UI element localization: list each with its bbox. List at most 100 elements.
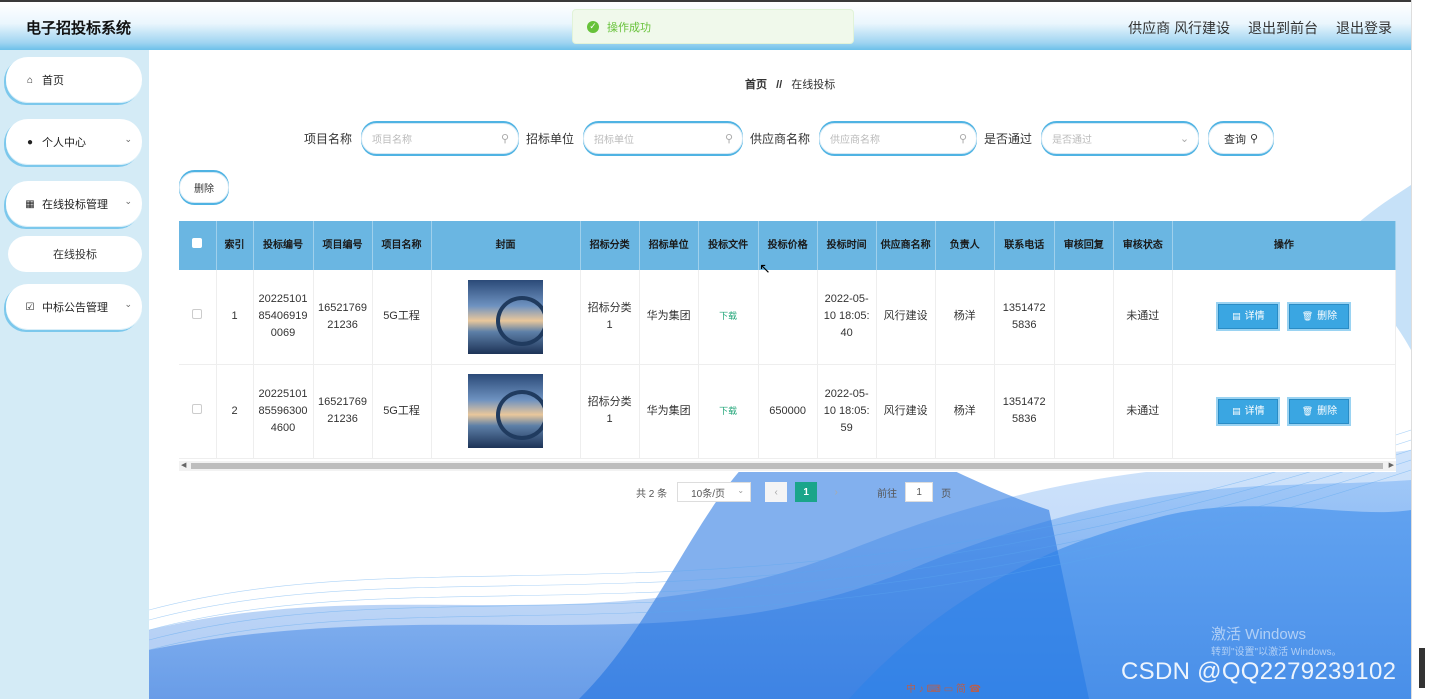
page-vertical-scrollbar[interactable] (1411, 0, 1432, 699)
current-page-button[interactable]: 1 (795, 482, 818, 502)
supplier-name-label: 供应商名称 (750, 132, 811, 146)
cell-index: 1 (216, 270, 254, 365)
cell-time: 2022-05-10 18:05:59 (817, 364, 877, 459)
search-bar: 项目名称 项目名称 ⚲ 招标单位 招标单位 ⚲ 供应商名称 供应商名称 ⚲ 是否… (304, 123, 1275, 154)
cell-owner: 杨洋 (935, 364, 995, 459)
batch-delete-button[interactable]: 删除 (179, 172, 229, 203)
row-checkbox[interactable] (192, 403, 203, 414)
search-icon: ⚲ (724, 133, 734, 145)
sidebar-subitem-online-bid[interactable]: 在线投标 (8, 236, 142, 272)
chevron-right-icon: › (834, 486, 838, 498)
goto-label: 前往 (877, 488, 898, 500)
sidebar: ⌂ 首页 ● 个人中心 ⌄ ▦ 在线投标管理 ⌄ 在线投标 ☑ 中标公告管理 ⌄ (0, 50, 149, 699)
cell-category: 招标分类1 (580, 364, 640, 459)
table-horizontal-scrollbar[interactable]: ◀ ▶ (179, 461, 1396, 471)
grid-icon: ▦ (25, 198, 35, 210)
scrollbar-thumb[interactable] (1419, 648, 1425, 688)
row-select-cell[interactable] (179, 270, 217, 365)
goto-page-input[interactable]: 1 (905, 482, 934, 502)
page-size-select[interactable]: 10条/页 ⌄ (677, 482, 752, 502)
col-header: 索引 (216, 221, 254, 270)
row-select-cell[interactable] (179, 364, 217, 459)
scrollbar-thumb[interactable] (191, 463, 1383, 469)
cell-index: 2 (216, 364, 254, 459)
table-row: 1 20225101854069190069 1652176921236 5G工… (179, 270, 1397, 365)
scroll-right-icon[interactable]: ▶ (1389, 461, 1394, 469)
mouse-cursor-icon: ↖ (759, 260, 771, 276)
breadcrumb-home[interactable]: 首页 (745, 79, 767, 91)
next-page-button[interactable]: › (825, 482, 847, 502)
prev-page-button[interactable]: ‹ (765, 482, 788, 502)
activate-windows-text: 激活 Windows (1211, 626, 1307, 643)
delete-button-label: 删除 (194, 184, 214, 195)
sidebar-item-bid-management[interactable]: ▦ 在线投标管理 ⌄ (6, 181, 142, 227)
document-icon: ▤ (1232, 405, 1241, 416)
scroll-left-icon[interactable]: ◀ (181, 461, 186, 469)
cell-actions: ▤ 详情 🗑 删除 (1172, 364, 1397, 459)
document-icon: ▤ (1232, 311, 1241, 322)
query-button-label: 查询 (1224, 133, 1247, 146)
cover-image[interactable] (468, 374, 544, 448)
pagination: 共 2 条 10条/页 ⌄ ‹ 1 › 前往 1 页 (636, 482, 951, 502)
col-header: 项目名称 (372, 221, 432, 270)
col-header: 审核状态 (1113, 221, 1173, 270)
detail-button[interactable]: ▤ 详情 (1218, 304, 1279, 330)
delete-button[interactable]: 🗑 删除 (1289, 398, 1350, 424)
search-icon: ⚲ (500, 133, 510, 145)
chevron-left-icon: ‹ (774, 486, 778, 498)
col-header: 投标时间 (817, 221, 877, 270)
exit-to-front-link[interactable]: 退出到前台 (1248, 18, 1318, 38)
sidebar-item-label: 首页 (42, 75, 64, 87)
project-name-input[interactable]: 项目名称 ⚲ (361, 123, 520, 154)
bid-unit-input[interactable]: 招标单位 ⚲ (583, 123, 744, 154)
chevron-down-icon: ⌄ (124, 134, 132, 144)
download-link[interactable]: 下载 (719, 311, 737, 321)
chevron-down-icon: ⌄ (1179, 133, 1190, 145)
cell-status: 未通过 (1113, 364, 1173, 459)
search-icon: ⚲ (958, 133, 968, 145)
delete-button[interactable]: 🗑 删除 (1289, 304, 1350, 330)
sidebar-item-label: 个人中心 (42, 137, 86, 149)
detail-button[interactable]: ▤ 详情 (1218, 398, 1279, 424)
trash-icon: 🗑 (1301, 311, 1314, 322)
detail-label: 详情 (1244, 405, 1265, 417)
cell-phone: 13514725836 (994, 270, 1055, 365)
sidebar-item-home[interactable]: ⌂ 首页 (6, 57, 142, 103)
col-header: 投标文件 (698, 221, 759, 270)
cell-unit: 华为集团 (639, 364, 699, 459)
page-size-value: 10条/页 (691, 488, 726, 500)
cell-file: 下载 (698, 270, 759, 365)
pass-status-select[interactable]: 是否通过 ⌄ (1041, 123, 1200, 154)
sidebar-item-award-notice[interactable]: ☑ 中标公告管理 ⌄ (6, 284, 142, 330)
cell-reply (1054, 364, 1114, 459)
user-icon: ● (26, 136, 34, 148)
delete-label: 删除 (1317, 405, 1338, 417)
app-title: 电子招投标系统 (26, 20, 132, 37)
bid-unit-placeholder: 招标单位 (594, 135, 635, 146)
sidebar-item-personal-center[interactable]: ● 个人中心 ⌄ (6, 119, 142, 165)
home-icon: ⌂ (26, 74, 34, 86)
chevron-down-icon: ⌄ (124, 299, 132, 309)
search-icon: ⚲ (1250, 133, 1259, 145)
select-all-cell[interactable] (179, 221, 217, 270)
breadcrumb-separator: // (776, 79, 783, 91)
cover-image[interactable] (468, 279, 544, 354)
col-header: 操作 (1172, 221, 1397, 270)
query-button[interactable]: 查询 ⚲ (1208, 123, 1275, 154)
cell-project-name: 5G工程 (372, 270, 432, 365)
select-all-checkbox[interactable] (192, 238, 203, 248)
current-user[interactable]: 供应商 风行建设 (1128, 18, 1230, 38)
logout-link[interactable]: 退出登录 (1336, 18, 1392, 38)
chevron-down-icon: ⌄ (737, 486, 745, 495)
supplier-name-input[interactable]: 供应商名称 ⚲ (819, 123, 978, 154)
download-link[interactable]: 下载 (719, 406, 737, 416)
csdn-watermark: CSDN @QQ2279239102 (1121, 658, 1397, 685)
cell-cover (431, 270, 581, 365)
chevron-down-icon: ⌄ (124, 196, 132, 206)
breadcrumb-current: 在线投标 (791, 79, 836, 91)
sidebar-item-label: 在线投标 (53, 249, 97, 261)
pass-status-label: 是否通过 (984, 132, 1033, 146)
row-checkbox[interactable] (192, 309, 203, 320)
cell-category: 招标分类1 (580, 270, 640, 365)
cell-project-name: 5G工程 (372, 364, 432, 459)
